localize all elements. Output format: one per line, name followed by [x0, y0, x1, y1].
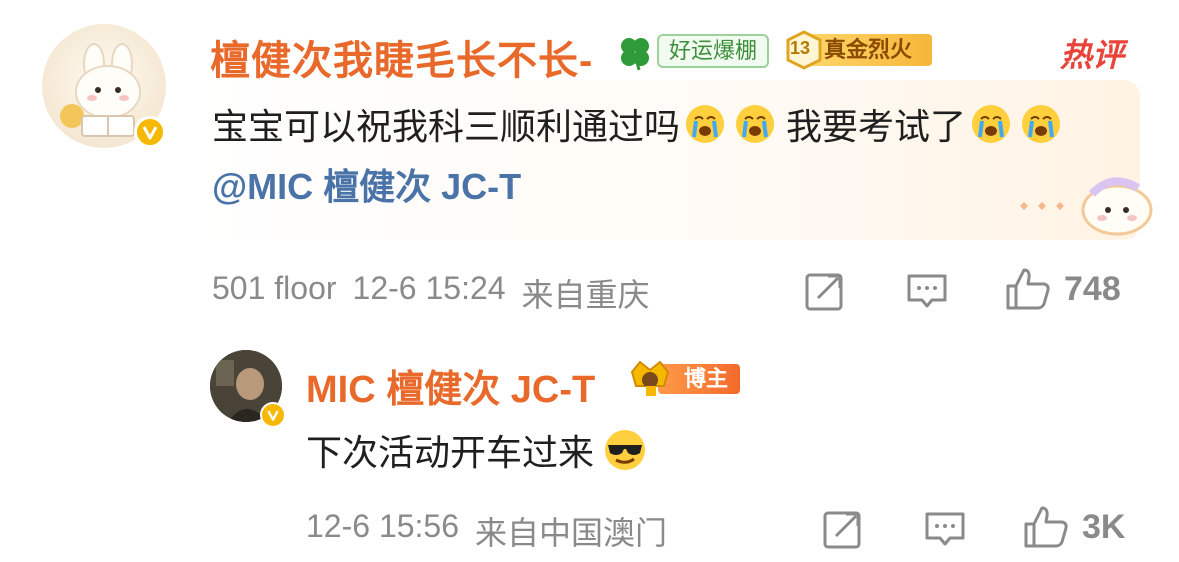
clover-icon [621, 38, 649, 71]
reply-like-button[interactable]: 3K [1022, 504, 1125, 550]
reply-comment-button[interactable] [924, 508, 966, 550]
reply-timestamp: 12-6 15:56 [306, 508, 460, 544]
verified-icon [260, 402, 286, 428]
verified-icon [134, 116, 166, 148]
comment-timestamp: 12-6 15:24 [352, 270, 506, 306]
comment-text-part2: 我要考试了 [786, 106, 967, 147]
comment-icon [925, 512, 965, 546]
comment-icon [907, 274, 947, 308]
reply-button[interactable] [906, 270, 948, 312]
gold-badge-level: 13 [790, 38, 811, 58]
like-icon [1006, 268, 1050, 310]
like-icon [1024, 506, 1068, 548]
share-button[interactable] [804, 270, 846, 312]
gold-badge[interactable]: 真金烈火 13 [778, 30, 934, 70]
comment-text-part1: 宝宝可以祝我科三顺利通过吗 [212, 106, 681, 147]
reply-text-content: 下次活动开车过来 [306, 432, 595, 473]
crown-icon [630, 360, 670, 396]
blogger-badge: 博主 [628, 358, 742, 398]
reply-like-count: 3K [1082, 507, 1126, 546]
crying-emoji-icon [736, 105, 775, 143]
like-count: 748 [1064, 269, 1121, 308]
lucky-badge-label: 好运爆棚 [657, 34, 770, 68]
reply-text: 下次活动开车过来 [306, 424, 648, 476]
floor-number: 501 floor [212, 270, 337, 306]
reply-avatar[interactable] [210, 350, 286, 428]
share-icon [805, 273, 843, 311]
crying-emoji-icon [686, 105, 725, 143]
comment-location: 来自重庆 [521, 277, 650, 313]
reply-username[interactable]: MIC 檀健次 JC-T [306, 358, 595, 413]
lucky-badge[interactable]: 好运爆棚 [615, 32, 771, 71]
comment-meta: 501 floor 12-6 15:24 来自重庆 [212, 270, 650, 316]
crying-emoji-icon [972, 105, 1011, 143]
bubble-decoration-icon [1020, 177, 1153, 236]
reply-meta: 12-6 15:56 来自中国澳门 [306, 508, 667, 554]
like-button[interactable]: 748 [1004, 266, 1121, 312]
share-icon [823, 511, 861, 549]
avatar[interactable] [42, 24, 166, 148]
comment-text: 宝宝可以祝我科三顺利通过吗 我要考试了 [212, 98, 1066, 150]
reply-share-button[interactable] [822, 508, 864, 550]
hot-comment-label: 热评 [1060, 37, 1125, 73]
cool-emoji-icon [605, 430, 646, 470]
mention-link[interactable]: @MIC 檀健次 JC-T [212, 158, 521, 210]
crying-emoji-icon [1022, 105, 1061, 143]
reply-location: 来自中国澳门 [475, 515, 668, 551]
comment-username[interactable]: 檀健次我睫毛长不长- [210, 28, 593, 86]
